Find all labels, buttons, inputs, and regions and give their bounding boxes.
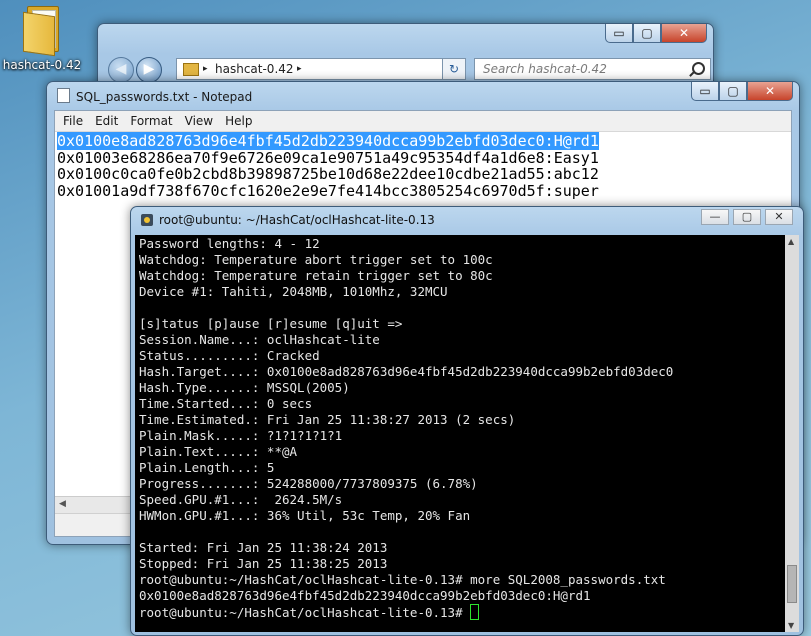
search-input[interactable]: Search hashcat-0.42 bbox=[474, 58, 711, 80]
scroll-left-icon[interactable]: ◀ bbox=[59, 499, 66, 509]
menu-format[interactable]: Format bbox=[124, 114, 178, 128]
close-button[interactable]: ✕ bbox=[661, 24, 707, 43]
terminal-caption-buttons: — ▢ ✕ bbox=[701, 209, 793, 225]
forward-button[interactable]: ▶ bbox=[136, 57, 162, 83]
folder-icon bbox=[183, 63, 199, 76]
terminal-line: Speed.GPU.#1...: 2624.5M/s bbox=[139, 492, 343, 507]
terminal-line: [s]tatus [p]ause [r]esume [q]uit => bbox=[139, 316, 403, 331]
terminal-line: Watchdog: Temperature retain trigger set… bbox=[139, 268, 493, 283]
menu-help[interactable]: Help bbox=[219, 114, 258, 128]
terminal-line: Progress.......: 524288000/7737809375 (6… bbox=[139, 476, 478, 491]
notepad-caption-buttons: ▭ ▢ ✕ bbox=[691, 82, 793, 101]
terminal-line: Plain.Length...: 5 bbox=[139, 460, 275, 475]
refresh-button[interactable]: ↻ bbox=[442, 58, 466, 80]
menu-edit[interactable]: Edit bbox=[89, 114, 124, 128]
notepad-icon bbox=[57, 88, 70, 103]
terminal-title: root@ubuntu: ~/HashCat/oclHashcat-lite-0… bbox=[141, 213, 435, 227]
terminal-line: Watchdog: Temperature abort trigger set … bbox=[139, 252, 493, 267]
notepad-title-text: SQL_passwords.txt - Notepad bbox=[76, 90, 253, 104]
scroll-down-icon[interactable]: ▼ bbox=[788, 621, 794, 630]
chevron-right-icon[interactable]: ▸ bbox=[297, 59, 302, 79]
address-bar[interactable]: ▸ hashcat-0.42 ▸ ▾ bbox=[176, 58, 466, 80]
terminal-window[interactable]: root@ubuntu: ~/HashCat/oclHashcat-lite-0… bbox=[130, 206, 804, 636]
maximize-button[interactable]: ▢ bbox=[633, 24, 661, 43]
terminal-line: Time.Started...: 0 secs bbox=[139, 396, 313, 411]
menu-file[interactable]: File bbox=[57, 114, 89, 128]
text-line[interactable]: 0x01003e68286ea70f9e6726e09ca1e90751a49c… bbox=[57, 149, 599, 167]
terminal-line: Started: Fri Jan 25 11:38:24 2013 bbox=[139, 540, 388, 555]
notepad-text-area[interactable]: 0x0100e8ad828763d96e4fbf45d2db223940dcca… bbox=[57, 132, 599, 200]
terminal-line: 0x0100e8ad828763d96e4fbf45d2db223940dcca… bbox=[139, 588, 591, 603]
menu-view[interactable]: View bbox=[179, 114, 219, 128]
minimize-button[interactable]: — bbox=[701, 209, 729, 225]
terminal-prompt-line: root@ubuntu:~/HashCat/oclHashcat-lite-0.… bbox=[139, 604, 673, 621]
terminal-line: Password lengths: 4 - 12 bbox=[139, 236, 320, 251]
maximize-button[interactable]: ▢ bbox=[719, 82, 747, 101]
minimize-button[interactable]: ▭ bbox=[605, 24, 633, 43]
notepad-menubar: File Edit Format View Help bbox=[55, 111, 791, 132]
address-path[interactable]: hashcat-0.42 bbox=[215, 59, 294, 79]
terminal-line: HWMon.GPU.#1...: 36% Util, 53c Temp, 20%… bbox=[139, 508, 471, 523]
close-button[interactable]: ✕ bbox=[765, 209, 793, 225]
terminal-line: Plain.Text.....: **@A bbox=[139, 444, 298, 459]
terminal-line: Time.Estimated.: Fri Jan 25 11:38:27 201… bbox=[139, 412, 516, 427]
terminal-line: Stopped: Fri Jan 25 11:38:25 2013 bbox=[139, 556, 388, 571]
minimize-button[interactable]: ▭ bbox=[691, 82, 719, 101]
desktop-icon-label: hashcat-0.42 bbox=[2, 58, 82, 72]
search-placeholder: Search hashcat-0.42 bbox=[483, 62, 607, 76]
terminal-line: Hash.Target....: 0x0100e8ad828763d96e4fb… bbox=[139, 364, 674, 379]
explorer-caption-buttons: ▭ ▢ ✕ bbox=[605, 24, 707, 43]
vertical-scrollbar[interactable]: ▲ ▼ bbox=[785, 235, 799, 632]
terminal-output: Password lengths: 4 - 12 Watchdog: Temper… bbox=[139, 236, 673, 621]
terminal-line: Device #1: Tahiti, 2048MB, 1010Mhz, 32MC… bbox=[139, 284, 448, 299]
terminal-line: Session.Name...: oclHashcat-lite bbox=[139, 332, 380, 347]
terminal-line: root@ubuntu:~/HashCat/oclHashcat-lite-0.… bbox=[139, 572, 666, 587]
terminal-line: Plain.Mask.....: ?1?1?1?1?1 bbox=[139, 428, 343, 443]
scrollbar-thumb[interactable] bbox=[787, 565, 797, 603]
scroll-up-icon[interactable]: ▲ bbox=[788, 237, 794, 246]
text-cursor bbox=[470, 604, 480, 620]
terminal-line: Hash.Type......: MSSQL(2005) bbox=[139, 380, 350, 395]
shell-prompt: root@ubuntu:~/HashCat/oclHashcat-lite-0.… bbox=[139, 605, 471, 620]
maximize-button[interactable]: ▢ bbox=[733, 209, 761, 225]
close-button[interactable]: ✕ bbox=[747, 82, 793, 101]
text-line[interactable]: 0x01001a9df738f670cfc1620e2e9e7fe414bcc3… bbox=[57, 182, 599, 200]
text-line-selected[interactable]: 0x0100e8ad828763d96e4fbf45d2db223940dcca… bbox=[57, 132, 599, 150]
chevron-right-icon[interactable]: ▸ bbox=[203, 59, 208, 79]
putty-icon bbox=[141, 214, 153, 226]
explorer-navbar: ◀ ▶ ▸ hashcat-0.42 ▸ ▾ ↻ Search hashcat-… bbox=[106, 55, 711, 83]
terminal-title-text: root@ubuntu: ~/HashCat/oclHashcat-lite-0… bbox=[159, 213, 435, 227]
back-button[interactable]: ◀ bbox=[108, 57, 134, 83]
desktop-icon-hashcat-folder[interactable]: hashcat-0.42 bbox=[2, 6, 82, 72]
search-icon[interactable] bbox=[692, 62, 705, 75]
folder-icon bbox=[23, 6, 61, 57]
terminal-line: Status.........: Cracked bbox=[139, 348, 320, 363]
notepad-title: SQL_passwords.txt - Notepad bbox=[57, 88, 252, 104]
terminal-screen[interactable]: Password lengths: 4 - 12 Watchdog: Temper… bbox=[135, 235, 799, 632]
text-line[interactable]: 0x0100c0ca0fe0b2cbd8b39898725be10d68e22d… bbox=[57, 165, 599, 183]
